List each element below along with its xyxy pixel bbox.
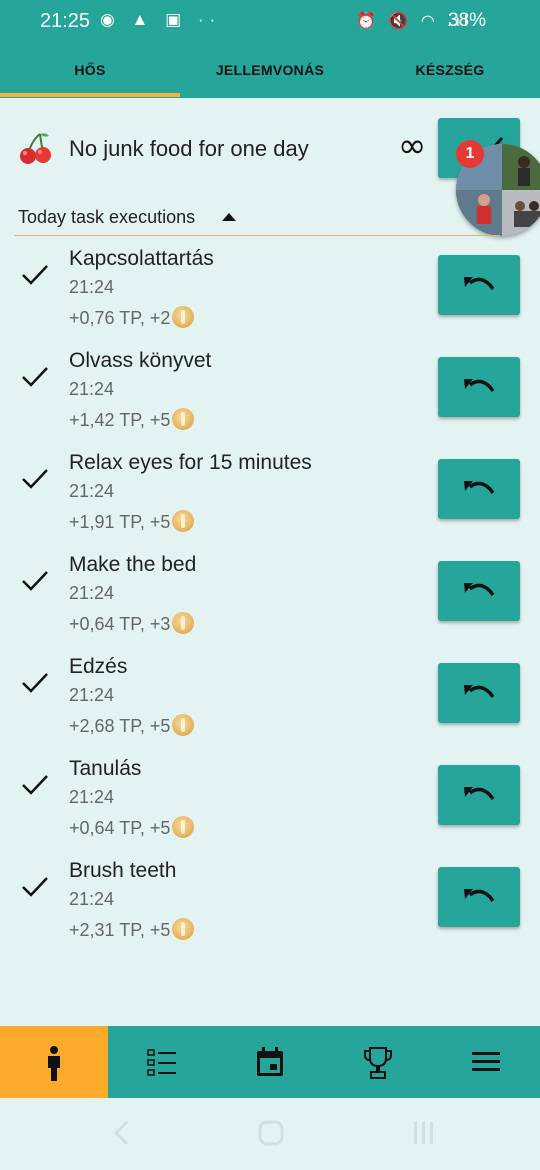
undo-button[interactable] [438,867,520,927]
nav-tasks[interactable] [108,1026,216,1098]
undo-icon [464,481,495,495]
task-name: Brush teeth [69,859,177,882]
task-time: 21:24 [69,277,115,297]
task-name: Olvass könyvet [69,349,212,372]
person-icon [48,1046,60,1081]
home-icon[interactable] [258,1120,284,1146]
trophy-icon [364,1047,392,1079]
tab-hos[interactable]: HŐS [0,44,180,98]
tab-indicator [0,93,180,97]
task-time: 21:24 [69,889,115,909]
task-reward-text: +0,64 TP, +3 [69,614,171,634]
task-reward: +2,31 TP, +5 [69,918,195,941]
task-row: Olvass könyvet 21:24 +1,42 TP, +5 [0,349,540,449]
task-reward: +2,68 TP, +5 [69,714,195,737]
task-row: Make the bed 21:24 +0,64 TP, +3 [0,553,540,653]
task-reward-text: +1,42 TP, +5 [69,410,171,430]
bottom-navigation [0,1026,540,1098]
check-icon [22,673,48,693]
nav-menu[interactable] [432,1026,540,1098]
task-name: Kapcsolattartás [69,247,214,270]
nav-hero[interactable] [0,1026,108,1098]
task-reward: +1,91 TP, +5 [69,510,195,533]
task-name: Tanulás [69,757,142,780]
task-reward: +0,64 TP, +5 [69,816,195,839]
coin-icon [172,510,195,532]
check-icon [22,877,48,897]
top-tabs: HŐS JELLEMVONÁS KÉSZSÉG [0,44,540,98]
undo-icon [464,685,495,699]
status-bar: 21:25 ◉ ▲ ▣ ·· ⏰ 🔇 ◠ .ıl 38% [0,0,540,44]
section-divider [14,235,500,236]
task-row: Relax eyes for 15 minutes 21:24 +1,91 TP… [0,451,540,551]
task-row: Edzés 21:24 +2,68 TP, +5 [0,655,540,755]
task-name: Edzés [69,655,128,678]
task-time: 21:24 [69,481,115,501]
task-reward: +1,42 TP, +5 [69,408,195,431]
undo-icon [464,379,495,393]
section-title[interactable]: Today task executions [18,207,195,228]
undo-button[interactable] [438,255,520,315]
undo-icon [464,277,495,291]
status-time: 21:25 [40,10,91,32]
habit-title: No junk food for one day [69,136,309,161]
cherry-icon [20,133,51,164]
tab-keszseg[interactable]: KÉSZSÉG [360,44,540,98]
task-reward-text: +1,91 TP, +5 [69,512,171,532]
undo-icon [464,583,495,597]
check-icon [22,469,48,489]
task-time: 21:24 [69,787,115,807]
task-row: Tanulás 21:24 +0,64 TP, +5 [0,757,540,857]
checklist-icon [147,1049,176,1076]
task-reward: +0,64 TP, +3 [69,612,195,635]
task-name: Relax eyes for 15 minutes [69,451,312,474]
recent-apps-icon[interactable] [412,1120,436,1146]
task-reward-text: +0,76 TP, +2 [69,308,171,328]
tab-jellemvonas[interactable]: JELLEMVONÁS [180,44,360,98]
task-name: Make the bed [69,553,197,576]
undo-icon [464,787,495,801]
task-reward-text: +2,68 TP, +5 [69,716,171,736]
check-icon [22,775,48,795]
task-time: 21:24 [69,583,115,603]
menu-icon [472,1052,500,1071]
undo-button[interactable] [438,459,520,519]
task-time: 21:24 [69,379,115,399]
coin-icon [172,408,195,430]
coin-icon [172,612,195,634]
undo-button[interactable] [438,765,520,825]
notification-icons: ◉ ▲ ▣ ·· [100,10,222,29]
task-reward-text: +2,31 TP, +5 [69,920,171,940]
task-reward: +0,76 TP, +2 [69,306,195,329]
undo-button[interactable] [438,357,520,417]
task-row: Kapcsolattartás 21:24 +0,76 TP, +2 [0,247,540,347]
undo-button[interactable] [438,663,520,723]
system-navigation-bar [0,1098,540,1170]
task-reward-text: +0,64 TP, +5 [69,818,171,838]
nav-calendar[interactable] [216,1026,324,1098]
task-time: 21:24 [69,685,115,705]
coin-icon [172,714,195,736]
check-icon [22,367,48,387]
coin-icon [172,918,195,940]
back-icon[interactable] [112,1120,132,1146]
repeat-infinite-indicator: ∞ [398,126,427,166]
collapse-caret-icon[interactable] [222,213,236,221]
undo-icon [464,889,495,903]
check-icon [22,571,48,591]
nav-achievements[interactable] [324,1026,432,1098]
coin-icon [172,306,195,328]
battery-level: 38% [448,10,487,31]
check-icon [22,265,48,285]
notification-badge: 1 [456,140,484,168]
calendar-icon [257,1047,283,1076]
task-row: Brush teeth 21:24 +2,31 TP, +5 [0,859,540,959]
undo-button[interactable] [438,561,520,621]
coin-icon [172,816,195,838]
